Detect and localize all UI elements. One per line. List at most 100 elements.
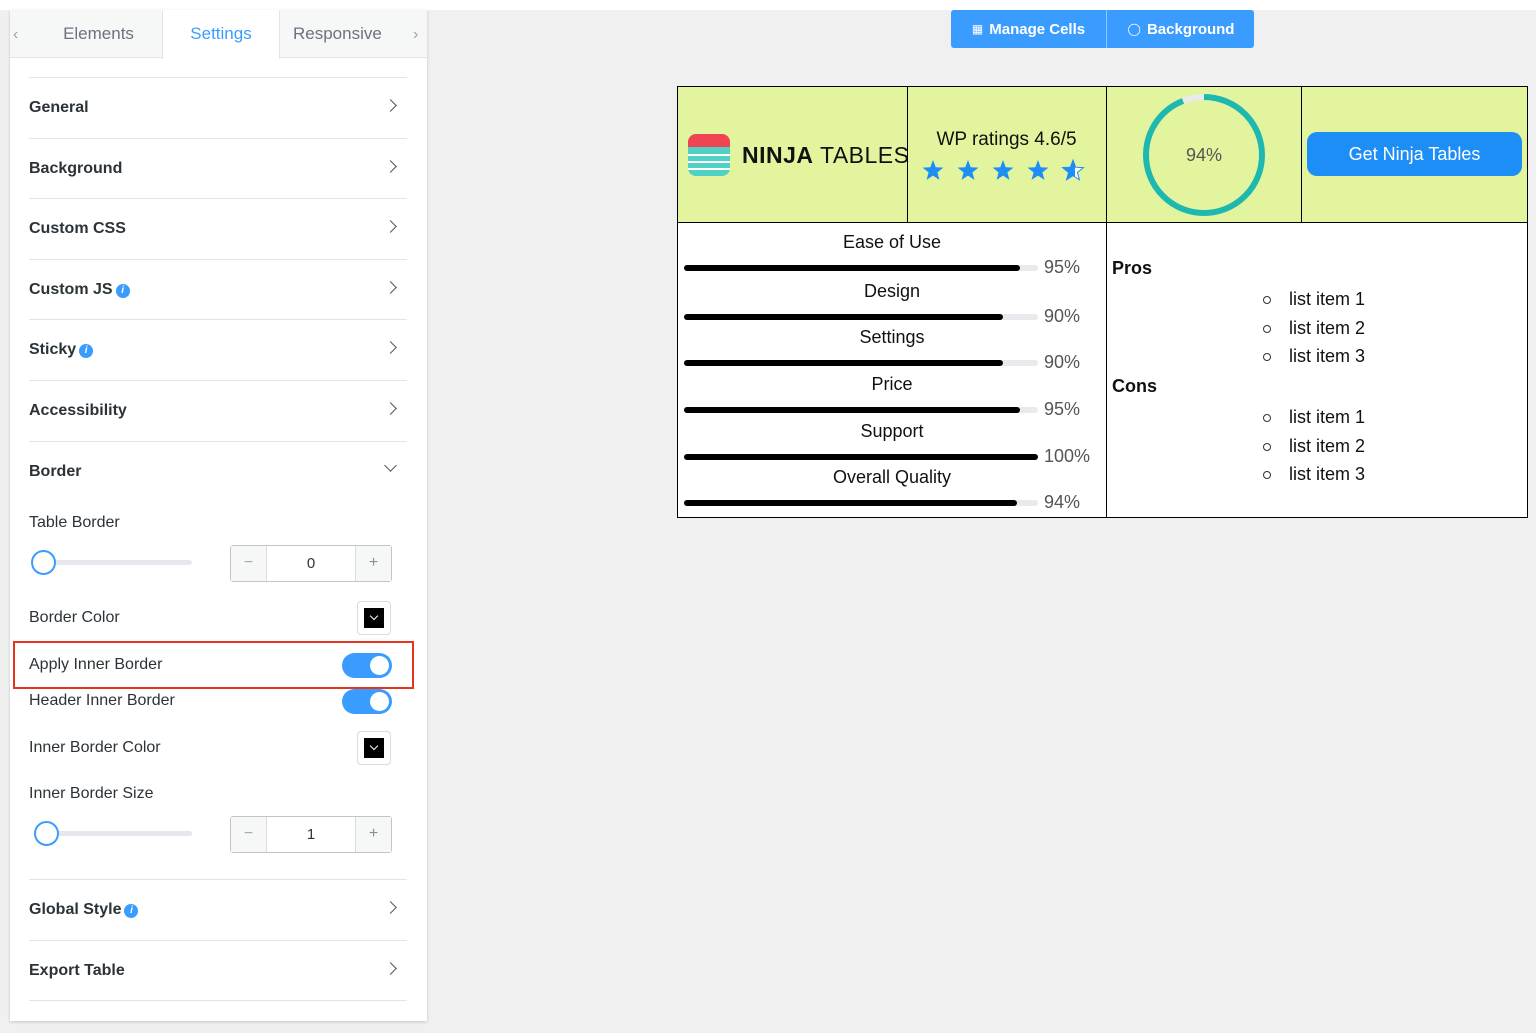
bulb-icon: ◯: [1127, 22, 1141, 36]
section-export-table[interactable]: Export Table: [29, 940, 407, 1001]
get-ninja-tables-button[interactable]: Get Ninja Tables: [1307, 132, 1522, 176]
progress-percent-label: 94%: [1185, 145, 1223, 165]
top-strip: [0, 0, 1536, 10]
decrement-button[interactable]: −: [231, 546, 267, 581]
inner-border-size-stepper: − 1 +: [230, 816, 392, 853]
table-header-row: NINJA TABLES WP ratings 4.6/5 94% Get Ni…: [678, 87, 1527, 223]
preview-toolbar: ▦ Manage Cells ◯ Background: [951, 10, 1254, 48]
metric-percent: 90%: [1044, 352, 1081, 372]
bullet-icon: [1263, 324, 1271, 333]
ninja-tables-logo-icon: [688, 134, 730, 176]
section-border[interactable]: Border: [29, 441, 407, 502]
metric-bar-fill: [684, 265, 1021, 271]
metric-bar-fill: [684, 314, 1003, 320]
chevron-right-icon: [384, 99, 397, 112]
chevron-right-icon: [384, 220, 397, 233]
bullet-icon: [1263, 414, 1271, 422]
chevron-right-icon: [384, 341, 397, 354]
table-border-stepper: − 0 +: [230, 545, 392, 582]
header-divider: [1301, 87, 1302, 223]
tab-scroll-left-icon[interactable]: ‹: [13, 10, 18, 58]
wp-rating-text: WP ratings 4.6/5: [936, 129, 1077, 150]
metric-name: Price: [871, 374, 913, 394]
metric-name: Settings: [859, 327, 925, 347]
bullet-icon: [1263, 471, 1271, 479]
tab-settings[interactable]: Settings: [162, 10, 280, 59]
highlight-box: [13, 641, 414, 689]
star-icon: [957, 160, 979, 180]
chevron-right-icon: [384, 281, 397, 294]
metric-percent: 95%: [1044, 399, 1081, 419]
list-item: list item 2: [1289, 435, 1366, 456]
border-color-picker[interactable]: [357, 601, 391, 635]
chevron-right-icon: [384, 402, 397, 415]
settings-sidebar: ‹ Elements Settings Responsive › General…: [10, 10, 427, 1021]
preview-table: NINJA TABLES WP ratings 4.6/5 94% Get Ni…: [677, 86, 1528, 518]
pros-heading: Pros: [1112, 258, 1153, 278]
info-icon[interactable]: i: [79, 344, 94, 358]
metric-percent: 94%: [1044, 492, 1081, 512]
tab-responsive[interactable]: Responsive: [293, 10, 405, 58]
metric-percent: 90%: [1044, 306, 1081, 326]
section-general[interactable]: General: [29, 77, 407, 138]
section-sticky[interactable]: Sticky i: [29, 319, 407, 380]
manage-cells-button[interactable]: ▦ Manage Cells: [951, 10, 1107, 48]
chevron-right-icon: [384, 962, 397, 975]
tab-scroll-right-icon[interactable]: ›: [413, 10, 418, 58]
list-item: list item 3: [1289, 346, 1366, 366]
star-icon: [992, 160, 1014, 180]
column-divider: [1106, 87, 1107, 517]
inner-border-size-input[interactable]: 1: [267, 817, 355, 852]
inner-border-color-picker[interactable]: [357, 731, 391, 765]
section-accessibility[interactable]: Accessibility: [29, 380, 407, 441]
star-icon: [1061, 158, 1085, 182]
tab-elements[interactable]: Elements: [35, 10, 162, 58]
inner-border-size-slider-handle[interactable]: [34, 821, 59, 846]
section-custom-js[interactable]: Custom JS i: [29, 259, 407, 320]
metric-percent: 100%: [1044, 446, 1091, 466]
color-swatch: [364, 608, 384, 628]
background-button[interactable]: ◯ Background: [1108, 10, 1254, 48]
logo-text: NINJA TABLES: [742, 142, 910, 168]
tab-bar: ‹ Elements Settings Responsive ›: [10, 10, 427, 59]
table-border-slider-handle[interactable]: [31, 550, 56, 575]
border-color-label: Border Color: [29, 609, 120, 626]
increment-button[interactable]: +: [355, 546, 391, 581]
metric-bar-track: [684, 314, 1038, 320]
inner-border-size-label: Inner Border Size: [29, 785, 154, 802]
metric-bar-track: [684, 454, 1038, 460]
header-inner-border-toggle[interactable]: [342, 689, 392, 714]
chevron-right-icon: [384, 160, 397, 173]
list-item: list item 1: [1289, 407, 1366, 427]
metric-name: Design: [863, 281, 921, 301]
metric-bar-fill: [684, 407, 1021, 413]
metric-bar-track: [684, 407, 1038, 413]
decrement-button[interactable]: −: [231, 817, 267, 852]
table-border-input[interactable]: 0: [267, 546, 355, 581]
metric-bar-track: [684, 360, 1038, 366]
section-custom-css[interactable]: Custom CSS: [29, 198, 407, 259]
bullet-icon: [1263, 442, 1271, 451]
table-border-slider[interactable]: [34, 560, 192, 565]
list-item: list item 2: [1289, 317, 1366, 338]
metric-bar-track: [684, 500, 1038, 506]
header-divider: [907, 87, 908, 223]
section-global-style[interactable]: Global Style i: [29, 879, 407, 940]
metric-name: Overall Quality: [832, 467, 952, 487]
increment-button[interactable]: +: [355, 817, 391, 852]
metric-name: Ease of Use: [842, 232, 942, 252]
list-item: list item 1: [1289, 289, 1366, 309]
inner-border-color-label: Inner Border Color: [29, 739, 161, 756]
chevron-right-icon: [384, 901, 397, 914]
metric-name: Support: [860, 421, 924, 441]
grid-icon: ▦: [971, 22, 984, 36]
chevron-down-icon: [384, 459, 397, 472]
section-background[interactable]: Background: [29, 138, 407, 199]
info-icon[interactable]: i: [115, 284, 130, 298]
star-icon: [922, 160, 944, 180]
table-border-label: Table Border: [29, 514, 120, 531]
star-icon: [1027, 160, 1049, 180]
info-icon[interactable]: i: [124, 904, 139, 918]
list-item: list item 3: [1289, 464, 1366, 484]
metric-bar-track: [684, 265, 1038, 271]
